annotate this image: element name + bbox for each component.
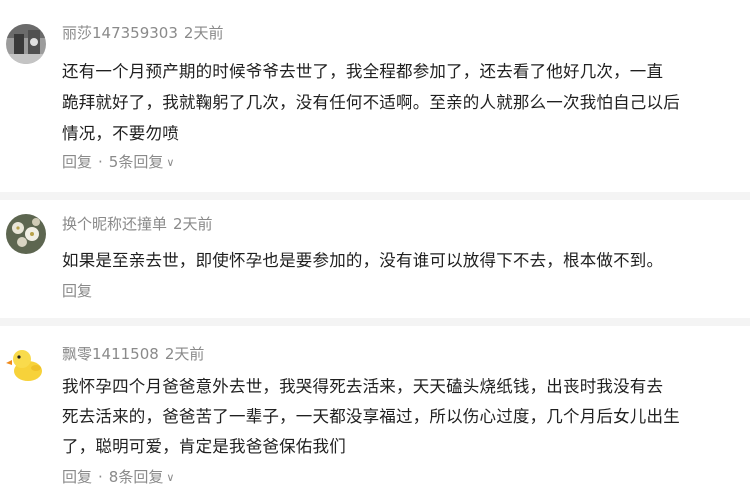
username-link[interactable]: 换个昵称还撞单 [62,215,167,233]
comment-actions: 回复 · 5条回复 ∨ [62,151,174,172]
replies-count-label: 5条回复 [108,153,164,171]
comment-item: 飘零1411508 2天前 我怀孕四个月爸爸意外去世，我哭得死去活来，天天磕头烧纸… [0,326,750,500]
reply-button[interactable]: 回复 [62,282,92,300]
comment-text-line: 还有一个月预产期的时候爷爷去世了，我全程都参加了，还去看了他好几次，一直 [62,62,664,81]
username-link[interactable]: 丽莎147359303 [62,24,178,42]
comment-meta: 换个昵称还撞单 2天前 [62,213,213,234]
gray-photo-avatar-icon [6,24,46,64]
view-replies-button[interactable]: 5条回复 ∨ [109,153,175,171]
comment-text-line: 了，聪明可爱，肯定是我爸爸保佑我们 [62,437,346,456]
username-link[interactable]: 飘零1411508 [62,345,159,363]
chevron-down-icon: ∨ [166,156,175,169]
comment-time: 2天前 [173,215,213,233]
comment-text-line: 跪拜就好了，我就鞠躬了几次，没有任何不适啊。至亲的人就那么一次我怕自己以后 [62,93,680,112]
view-replies-button[interactable]: 8条回复 ∨ [109,468,175,486]
comment-time: 2天前 [164,345,205,363]
reply-button[interactable]: 回复 [62,153,92,171]
separator-dot: · [98,468,103,486]
separator-dot: · [98,153,103,171]
comment-item: 换个昵称还撞单 2天前 如果是至亲去世，即使怀孕也是要参加的，没有谁可以放得下不去… [0,200,750,318]
comment-text-line: 我怀孕四个月爸爸意外去世，我哭得死去活来，天天磕头烧纸钱，出丧时我没有去 [62,377,664,396]
comment-actions: 回复 · 8条回复 ∨ [62,466,174,487]
user-avatar[interactable] [6,344,46,384]
user-avatar[interactable] [6,214,46,254]
comment-divider [0,192,750,200]
comment-actions: 回复 [62,280,92,301]
comment-meta: 飘零1411508 2天前 [62,343,204,364]
comment-divider [0,318,750,326]
flower-photo-avatar-icon [6,214,46,254]
user-avatar[interactable] [6,24,46,64]
comment-text-line: 如果是至亲去世，即使怀孕也是要参加的，没有谁可以放得下不去，根本做不到。 [62,251,664,270]
comment-meta: 丽莎147359303 2天前 [62,22,223,43]
yellow-duck-avatar-icon [6,344,46,384]
reply-button[interactable]: 回复 [62,468,92,486]
comment-item: 丽莎147359303 2天前 还有一个月预产期的时候爷爷去世了，我全程都参加了，… [0,0,750,192]
comment-text-line: 死去活来的，爸爸苦了一辈子，一天都没享福过，所以伤心过度，几个月后女儿出生 [62,407,680,426]
comment-time: 2天前 [183,24,224,42]
chevron-down-icon: ∨ [166,471,175,484]
replies-count-label: 8条回复 [108,468,164,486]
comment-text-line: 情况，不要勿喷 [62,124,179,143]
